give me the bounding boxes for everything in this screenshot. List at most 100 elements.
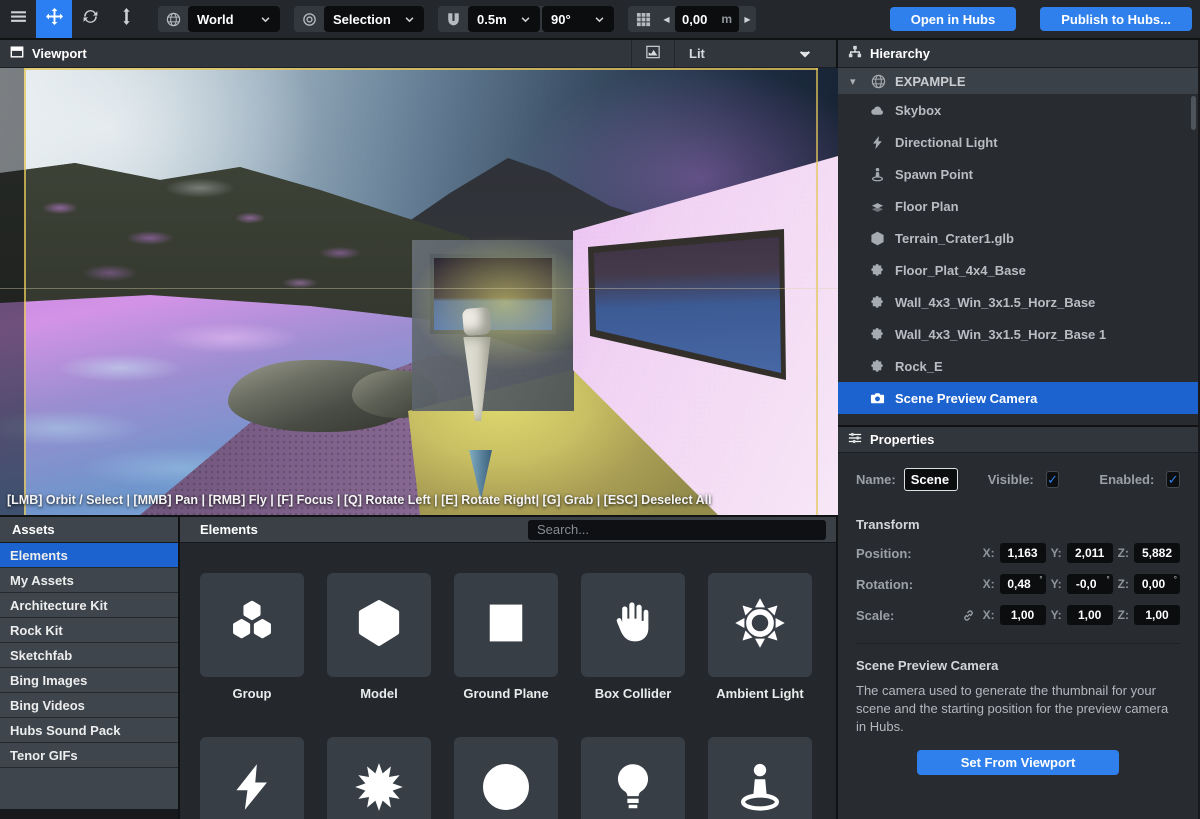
asset-source-elements[interactable]: Elements [0, 543, 178, 568]
axis-z-label: Z: [1118, 546, 1129, 560]
tile-row [200, 737, 836, 819]
caret-down-icon[interactable]: ▾ [850, 75, 862, 88]
publish-to-hubs-button[interactable]: Publish to Hubs... [1040, 7, 1192, 31]
grid-height-field[interactable]: 0,00 m [675, 6, 739, 32]
axis-z-label: Z: [1118, 608, 1129, 622]
hierarchy-scrollbar[interactable] [1191, 96, 1196, 130]
rotation-z-field[interactable]: 0,00° [1134, 574, 1180, 594]
scale-tool-button[interactable] [108, 0, 144, 38]
hierarchy-header: Hierarchy [838, 40, 1198, 68]
search-input[interactable] [528, 520, 826, 540]
tile-row: Group Model Ground Plane [200, 573, 836, 701]
tile-hemisphere-light[interactable] [327, 737, 431, 819]
asset-source-rock-kit[interactable]: Rock Kit [0, 618, 178, 643]
transform-space-select[interactable]: World [188, 6, 280, 32]
render-stats-button[interactable] [631, 40, 674, 67]
tile-model[interactable]: Model [327, 573, 431, 701]
name-label: Name: [856, 472, 896, 487]
tile-box-collider[interactable]: Box Collider [581, 573, 685, 701]
elements-header: Elements [180, 517, 836, 543]
position-z-field[interactable]: 5,882 [1134, 543, 1180, 563]
tree-node-floor-plat[interactable]: Floor_Plat_4x4_Base [838, 254, 1198, 286]
transform-section-title: Transform [856, 517, 1180, 532]
hamburger-icon [10, 8, 27, 30]
scale-y-field[interactable]: 1,00 [1067, 605, 1113, 625]
tile-ground-plane[interactable]: Ground Plane [454, 573, 558, 701]
top-toolbar: World Selection 0.5m 90° [0, 0, 1200, 40]
visible-checkbox[interactable]: ✓ [1046, 471, 1060, 488]
grid-height-value: 0,00 [682, 12, 707, 27]
grid-height-increase-button[interactable]: ▶ [739, 6, 756, 32]
tree-node-skybox[interactable]: Skybox [838, 94, 1198, 126]
spawn-icon [870, 167, 885, 182]
chevron-down-icon [404, 14, 415, 25]
scale-z-field[interactable]: 1,00 [1134, 605, 1180, 625]
tile-point-light[interactable] [581, 737, 685, 819]
camera-letterbox [0, 68, 24, 515]
tree-node-scene-preview-camera[interactable]: Scene Preview Camera [838, 382, 1198, 414]
group-cubes-icon [226, 597, 278, 654]
transform-pivot-select[interactable]: Selection [324, 6, 424, 32]
grid-height-decrease-button[interactable]: ◀ [658, 6, 675, 32]
assets-scrollbar-track[interactable] [0, 809, 178, 819]
bolt-icon [226, 761, 278, 818]
bulb-icon [607, 761, 659, 818]
elements-panel: Elements Group Model [180, 517, 836, 819]
area-chart-icon [646, 45, 660, 62]
snap-translate-select[interactable]: 0.5m [468, 6, 540, 32]
tree-node-spawn-point[interactable]: Spawn Point [838, 158, 1198, 190]
link-icon[interactable] [962, 609, 975, 622]
tree-node-rock-e[interactable]: Rock_E [838, 350, 1198, 382]
transform-space-group: World [158, 6, 280, 32]
puzzle-icon [870, 327, 885, 342]
elements-panel-title: Elements [200, 522, 258, 537]
asset-source-my-assets[interactable]: My Assets [0, 568, 178, 593]
position-x-field[interactable]: 1,163 [1000, 543, 1046, 563]
asset-source-bing-images[interactable]: Bing Images [0, 668, 178, 693]
tile-directional-light[interactable] [200, 737, 304, 819]
asset-source-architecture-kit[interactable]: Architecture Kit [0, 593, 178, 618]
asset-source-tenor-gifs[interactable]: Tenor GIFs [0, 743, 178, 768]
viewport-canvas[interactable]: [LMB] Orbit / Select | [MMB] Pan | [RMB]… [0, 68, 838, 515]
tree-node-terrain[interactable]: Terrain_Crater1.glb [838, 222, 1198, 254]
check-icon: ✓ [1168, 472, 1179, 488]
tree-node-label: Spawn Point [895, 167, 973, 182]
viewport-header: Viewport Lit [0, 40, 836, 68]
rotation-x-field[interactable]: 0,48° [1000, 574, 1046, 594]
tile-group[interactable]: Group [200, 573, 304, 701]
tree-node-root[interactable]: ▾ EXPAMPLE [838, 68, 1198, 94]
render-mode-select[interactable]: Lit [674, 40, 826, 67]
translate-tool-button[interactable] [36, 0, 72, 38]
position-y-field[interactable]: 2,011 [1067, 543, 1113, 563]
tree-node-label: Skybox [895, 103, 941, 118]
position-row: Position: X: 1,163 Y: 2,011 Z: 5,882 [856, 543, 1180, 563]
menu-button[interactable] [0, 0, 36, 38]
asset-source-hubs-sound-pack[interactable]: Hubs Sound Pack [0, 718, 178, 743]
asset-source-sketchfab[interactable]: Sketchfab [0, 643, 178, 668]
tile-spot-light[interactable] [454, 737, 558, 819]
bolt-icon [870, 135, 885, 150]
tree-node-floor-plan[interactable]: Floor Plan [838, 190, 1198, 222]
rotation-y-field[interactable]: -0,0° [1067, 574, 1113, 594]
snap-rotate-select[interactable]: 90° [542, 6, 614, 32]
tree-node-label: Wall_4x3_Win_3x1.5_Horz_Base [895, 295, 1095, 310]
spoke-editor: World Selection 0.5m 90° [0, 0, 1200, 819]
scale-x-field[interactable]: 1,00 [1000, 605, 1046, 625]
tree-node-wall-1[interactable]: Wall_4x3_Win_3x1.5_Horz_Base [838, 286, 1198, 318]
globe-icon [158, 12, 188, 27]
name-input[interactable] [904, 468, 958, 491]
tree-node-directional-light[interactable]: Directional Light [838, 126, 1198, 158]
open-in-hubs-button[interactable]: Open in Hubs [890, 7, 1017, 31]
tree-node-label: Floor Plan [895, 199, 959, 214]
tree-node-label: Terrain_Crater1.glb [895, 231, 1014, 246]
grid-height-unit: m [721, 12, 732, 26]
camera-section-title: Scene Preview Camera [856, 658, 1180, 673]
tile-spawn-point[interactable] [708, 737, 812, 819]
tree-node-wall-2[interactable]: Wall_4x3_Win_3x1.5_Horz_Base 1 [838, 318, 1198, 350]
section-divider [856, 643, 1180, 644]
rotate-tool-button[interactable] [72, 0, 108, 38]
tile-ambient-light[interactable]: Ambient Light [708, 573, 812, 701]
set-from-viewport-button[interactable]: Set From Viewport [917, 750, 1119, 775]
enabled-checkbox[interactable]: ✓ [1166, 471, 1180, 488]
asset-source-bing-videos[interactable]: Bing Videos [0, 693, 178, 718]
